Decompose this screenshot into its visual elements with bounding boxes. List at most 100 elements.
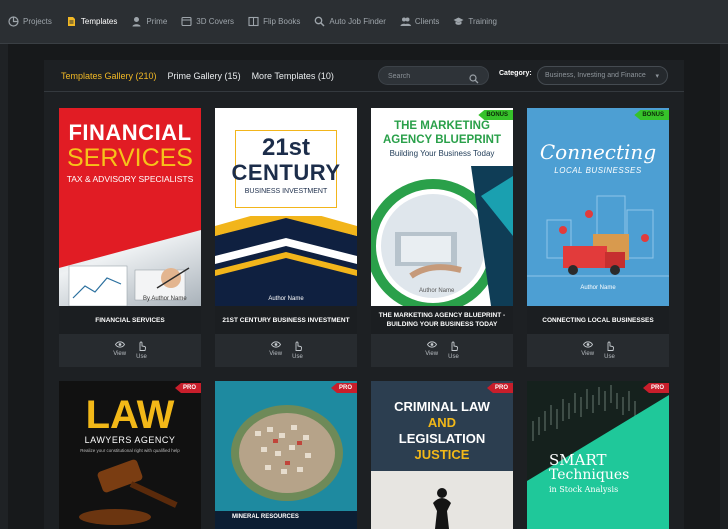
cover-title-line1: Connecting bbox=[539, 140, 657, 164]
cover-title-line3: in Stock Analysis bbox=[549, 485, 619, 494]
template-title: CONNECTING LOCAL BUSINESSES bbox=[527, 306, 669, 334]
template-card-criminal-law[interactable]: CRIMINAL LAW AND LEGISLATION JUSTICE PRO bbox=[371, 381, 513, 529]
template-cover[interactable]: Connecting LOCAL BUSINESSES Author Name bbox=[527, 108, 669, 306]
template-card-financial-services[interactable]: FINANCIAL SERVICES TAX & ADVISORY SPECIA… bbox=[59, 108, 201, 367]
template-cover[interactable]: FINANCIAL SERVICES TAX & ADVISORY SPECIA… bbox=[59, 108, 201, 306]
template-card-mineral-resources[interactable]: MINERAL RESOURCES PRO bbox=[215, 381, 357, 529]
chess-piece-image bbox=[371, 471, 513, 529]
top-nav: Projects Templates Prime 3D Covers Flip … bbox=[0, 0, 728, 44]
cover-illustration bbox=[527, 195, 669, 277]
template-card-connecting-local-businesses[interactable]: Connecting LOCAL BUSINESSES Author Name … bbox=[527, 108, 669, 367]
view-button[interactable]: View bbox=[581, 341, 594, 367]
template-cover[interactable]: SMART Techniques in Stock Analysis bbox=[527, 381, 669, 529]
template-card-law[interactable]: LAW LAWYERS AGENCY Realize your constitu… bbox=[59, 381, 201, 529]
nav-label-flip-books: Flip Books bbox=[263, 17, 301, 26]
view-button[interactable]: View bbox=[425, 341, 438, 367]
nav-item-auto-job-finder[interactable]: Auto Job Finder bbox=[314, 0, 386, 44]
cover-author: By Author Name bbox=[143, 296, 187, 302]
nav-item-projects[interactable]: Projects bbox=[8, 0, 52, 44]
template-title: 21ST CENTURY BUSINESS INVESTMENT bbox=[215, 306, 357, 334]
nav-label-training: Training bbox=[468, 17, 497, 26]
template-cover[interactable]: THE MARKETING AGENCY BLUEPRINT Building … bbox=[371, 108, 513, 306]
card-actions: View Use bbox=[371, 335, 513, 367]
template-title: THE MARKETING AGENCY BLUEPRINT - BUILDIN… bbox=[371, 306, 513, 334]
card-actions: View Use bbox=[215, 335, 357, 367]
tab-more-templates[interactable]: More Templates (10) bbox=[252, 71, 334, 81]
template-cover[interactable]: 21st CENTURY BUSINESS INVESTMENT Author … bbox=[215, 108, 357, 306]
use-label: Use bbox=[136, 354, 147, 360]
cover-title-line1: THE MARKETING bbox=[394, 120, 490, 132]
category-label: Category: bbox=[499, 70, 532, 77]
flip-books-icon bbox=[248, 16, 259, 27]
use-label: Use bbox=[448, 354, 459, 360]
use-label: Use bbox=[604, 354, 615, 360]
cover-subtitle: BUSINESS INVESTMENT bbox=[244, 188, 328, 195]
category-select-value: Business, Investing and Finance bbox=[545, 72, 646, 79]
nav-item-3d-covers[interactable]: 3D Covers bbox=[181, 0, 234, 44]
cover-author: Author Name bbox=[268, 296, 304, 302]
island-image bbox=[215, 381, 357, 529]
template-card-marketing-agency-blueprint[interactable]: THE MARKETING AGENCY BLUEPRINT Building … bbox=[371, 108, 513, 367]
cover-subtitle: Building Your Business Today bbox=[389, 149, 495, 158]
card-actions: View Use bbox=[527, 335, 669, 367]
cover-title-line1: FINANCIAL bbox=[68, 120, 192, 145]
search-input[interactable] bbox=[388, 70, 468, 82]
cover-title-line1: CRIMINAL LAW bbox=[394, 399, 490, 414]
cover-title-line2: LAWYERS AGENCY bbox=[84, 435, 176, 445]
eye-icon bbox=[270, 341, 281, 348]
projects-icon bbox=[8, 16, 19, 27]
eye-icon bbox=[582, 341, 593, 348]
search-box bbox=[378, 66, 489, 85]
nav-item-training[interactable]: Training bbox=[453, 0, 497, 44]
cover-title-line1: LAW bbox=[85, 393, 175, 437]
gallery-panel: Templates Gallery (210) Prime Gallery (1… bbox=[44, 60, 684, 529]
cover-photo bbox=[59, 208, 201, 306]
clients-icon bbox=[400, 16, 411, 27]
view-label: View bbox=[269, 351, 283, 357]
nav-item-flip-books[interactable]: Flip Books bbox=[248, 0, 300, 44]
cover-title-line3: LEGISLATION bbox=[398, 431, 486, 446]
nav-item-clients[interactable]: Clients bbox=[400, 0, 439, 44]
cover-title-line2: CENTURY bbox=[231, 160, 341, 185]
cover-chevrons bbox=[215, 216, 357, 306]
view-button[interactable]: View bbox=[269, 341, 282, 367]
use-button[interactable]: Use bbox=[136, 341, 147, 367]
category-select[interactable]: Business, Investing and Finance ▾ bbox=[537, 66, 668, 85]
templates-icon bbox=[66, 16, 77, 27]
view-label: View bbox=[425, 351, 439, 357]
template-cover[interactable]: CRIMINAL LAW AND LEGISLATION JUSTICE bbox=[371, 381, 513, 529]
template-cover[interactable]: MINERAL RESOURCES bbox=[215, 381, 357, 529]
use-button[interactable]: Use bbox=[292, 341, 303, 367]
hand-pointer-icon bbox=[607, 341, 614, 351]
3d-covers-icon bbox=[181, 16, 192, 27]
use-button[interactable]: Use bbox=[604, 341, 615, 367]
nav-label-projects: Projects bbox=[23, 17, 52, 26]
tab-prime-gallery[interactable]: Prime Gallery (15) bbox=[168, 71, 241, 81]
cover-author: Author Name bbox=[580, 285, 616, 291]
cover-author: Author Name bbox=[419, 288, 455, 294]
tab-templates-gallery[interactable]: Templates Gallery (210) bbox=[61, 71, 157, 81]
cover-title-line1: MINERAL RESOURCES bbox=[232, 514, 299, 520]
card-actions: View Use bbox=[59, 335, 201, 367]
template-cover[interactable]: LAW LAWYERS AGENCY Realize your constitu… bbox=[59, 381, 201, 529]
nav-item-templates[interactable]: Templates bbox=[66, 0, 117, 44]
bonus-badge: BONUS bbox=[478, 110, 513, 120]
cover-photo bbox=[371, 166, 513, 306]
nav-item-prime[interactable]: Prime bbox=[131, 0, 167, 44]
cover-subtitle: TAX & ADVISORY SPECIALISTS bbox=[66, 174, 194, 184]
view-button[interactable]: View bbox=[113, 341, 126, 367]
view-label: View bbox=[581, 351, 595, 357]
nav-label-templates: Templates bbox=[80, 17, 118, 26]
cover-title-line1: 21st bbox=[261, 134, 311, 161]
prime-icon bbox=[131, 16, 142, 27]
hand-pointer-icon bbox=[451, 341, 458, 351]
chevron-down-icon: ▾ bbox=[655, 73, 659, 80]
template-title: FINANCIAL SERVICES bbox=[59, 306, 201, 334]
hand-pointer-icon bbox=[139, 341, 146, 351]
cover-title-line2: SERVICES bbox=[67, 144, 193, 172]
template-card-21st-century[interactable]: 21st CENTURY BUSINESS INVESTMENT Author … bbox=[215, 108, 357, 367]
cover-title-line2: AGENCY BLUEPRINT bbox=[383, 134, 501, 146]
use-button[interactable]: Use bbox=[448, 341, 459, 367]
search-icon[interactable] bbox=[469, 71, 479, 84]
template-card-smart-techniques[interactable]: SMART Techniques in Stock Analysis PRO bbox=[527, 381, 669, 529]
